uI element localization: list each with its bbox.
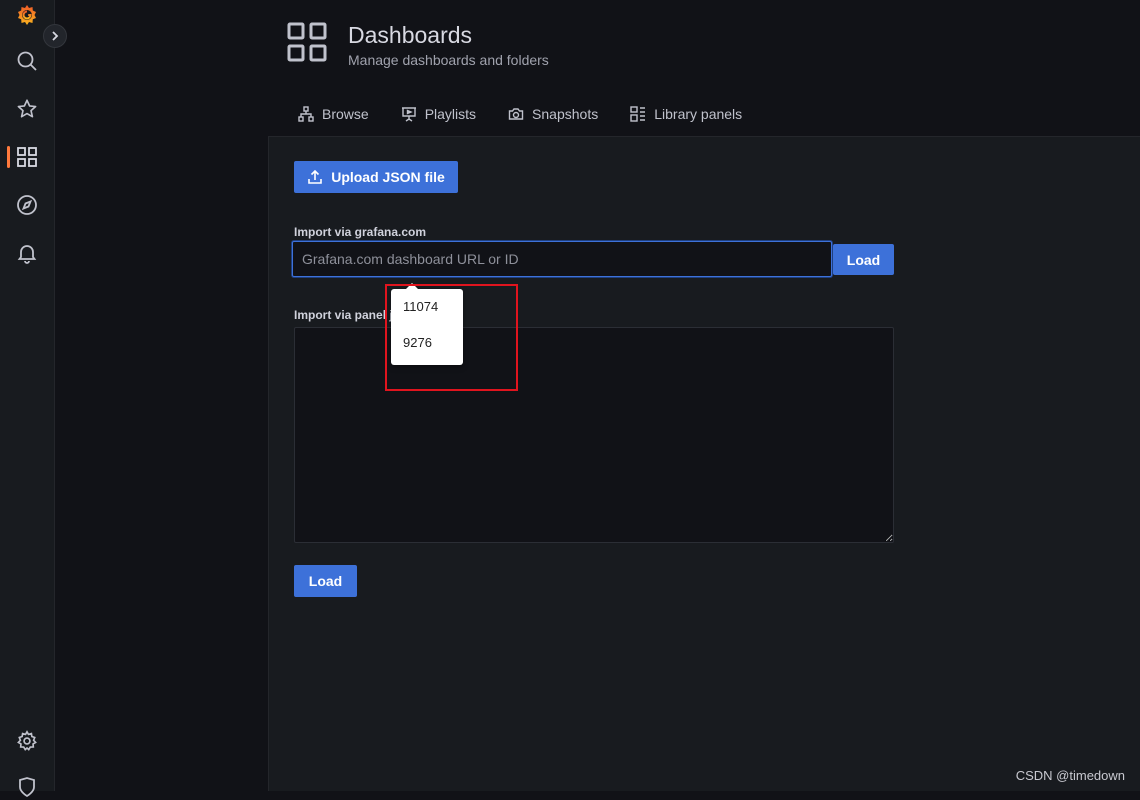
tab-playlists-label: Playlists xyxy=(424,106,477,122)
library-panel-icon xyxy=(630,106,646,122)
search-icon[interactable] xyxy=(14,48,40,74)
tab-snapshots-label: Snapshots xyxy=(532,106,599,122)
settings-gear-icon[interactable] xyxy=(14,728,40,754)
sitemap-icon xyxy=(298,106,314,122)
autocomplete-option[interactable]: 9276 xyxy=(403,335,432,350)
left-gutter xyxy=(55,0,268,791)
camera-icon xyxy=(508,108,524,120)
shield-icon[interactable] xyxy=(14,774,40,800)
import-page-content: Upload JSON file Import via grafana.com … xyxy=(268,137,1140,791)
upload-json-label: Upload JSON file xyxy=(331,169,445,185)
alerting-bell-icon[interactable] xyxy=(14,240,40,266)
autocomplete-option[interactable]: 11074 xyxy=(403,299,438,314)
grafana-com-label: Import via grafana.com xyxy=(294,225,427,239)
chevron-right-icon xyxy=(52,31,59,41)
header-tabs: Browse Playlists Snapshots Library panel… xyxy=(298,106,774,122)
tab-library-panels[interactable]: Library panels xyxy=(630,106,742,122)
grafana-com-input[interactable] xyxy=(292,241,832,277)
sidebar xyxy=(0,0,55,798)
page-title: Dashboards xyxy=(348,22,473,48)
page-header: Dashboards Manage dashboards and folders… xyxy=(268,0,1140,137)
star-icon[interactable] xyxy=(14,96,40,122)
upload-json-button[interactable]: Upload JSON file xyxy=(294,161,458,193)
load-panel-json-button[interactable]: Load xyxy=(294,565,357,597)
tab-library-panels-label: Library panels xyxy=(654,106,743,122)
tab-snapshots[interactable]: Snapshots xyxy=(508,106,598,122)
dashboards-header-icon xyxy=(287,22,327,62)
panel-json-textarea[interactable] xyxy=(294,327,894,543)
presentation-play-icon xyxy=(401,107,416,122)
watermark: CSDN @timedown xyxy=(1015,768,1125,783)
tab-browse[interactable]: Browse xyxy=(298,106,369,122)
autocomplete-dropdown: 11074 9276 xyxy=(391,283,463,365)
dashboards-grid-icon[interactable] xyxy=(14,144,40,170)
page-subtitle: Manage dashboards and folders xyxy=(348,52,549,68)
active-nav-indicator xyxy=(7,146,10,168)
explore-compass-icon[interactable] xyxy=(14,192,40,218)
tab-browse-label: Browse xyxy=(322,106,369,122)
upload-icon xyxy=(308,169,323,184)
grafana-logo-icon[interactable] xyxy=(14,2,40,28)
dropdown-arrow xyxy=(406,283,418,289)
expand-sidebar-button[interactable] xyxy=(43,24,67,48)
load-grafana-com-button[interactable]: Load xyxy=(833,244,894,275)
tab-playlists[interactable]: Playlists xyxy=(401,106,476,122)
